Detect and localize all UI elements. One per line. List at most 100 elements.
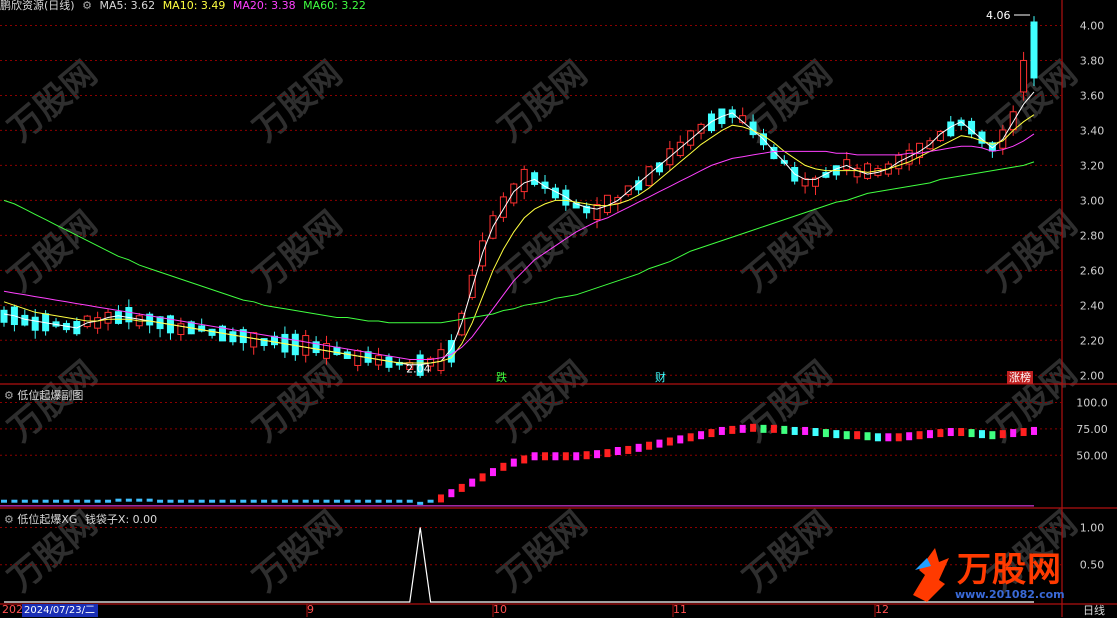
svg-text:万股网: 万股网 — [1, 53, 105, 149]
y-tick-label: 3.60 — [1080, 89, 1105, 102]
indicator-bar — [1020, 428, 1027, 437]
candle-body — [676, 141, 684, 157]
candle-body — [21, 314, 29, 326]
indicator-bar — [198, 499, 205, 503]
indicator-title[interactable]: 低位起爆副图 — [17, 389, 83, 402]
candle-body — [229, 331, 237, 343]
watermark: 万股网 — [246, 353, 350, 449]
indicator-bar — [916, 431, 923, 440]
indicator-bar — [479, 473, 486, 482]
indicator-bar — [874, 433, 881, 442]
svg-text:万股网: 万股网 — [246, 353, 350, 449]
indicator-bar — [458, 483, 465, 492]
candle-body — [510, 183, 518, 204]
indicator-bar — [448, 489, 455, 498]
indicator-bar — [958, 428, 965, 437]
candle-body — [635, 180, 643, 191]
indicator-bar — [469, 478, 476, 487]
watermark: 万股网 — [981, 353, 1085, 449]
indicator-bar — [677, 435, 684, 444]
indicator-bar — [417, 501, 424, 505]
indicator-bar — [978, 430, 985, 439]
indicator-bar — [219, 499, 226, 503]
indicator-bar — [656, 439, 663, 448]
indicator-bar — [625, 445, 632, 454]
indicator-bar — [84, 499, 91, 503]
y-tick-label: 1.00 — [1080, 521, 1105, 534]
watermark: 万股网 — [981, 203, 1085, 299]
indicator-bar — [333, 499, 340, 503]
indicator-bar — [396, 499, 403, 503]
indicator-bar — [167, 499, 174, 503]
y-tick-label: 2.60 — [1080, 264, 1105, 277]
indicator-bar — [323, 499, 330, 503]
watermark: 万股网 — [491, 353, 595, 449]
svg-text:万股网: 万股网 — [246, 53, 350, 149]
candle-body — [531, 172, 539, 185]
candle-body — [177, 323, 185, 336]
indicator-bar — [73, 499, 80, 503]
indicator-bar — [812, 428, 819, 437]
stock-name[interactable]: 鹏欣资源(日线) — [0, 0, 75, 12]
settings-icon[interactable]: ⚙ — [82, 0, 92, 12]
svg-text:万股网: 万股网 — [246, 203, 350, 299]
bull-icon — [913, 548, 949, 602]
candle-body — [1009, 111, 1017, 131]
svg-text:万股网: 万股网 — [736, 53, 840, 149]
y-tick-label: 3.20 — [1080, 159, 1105, 172]
signal-title[interactable]: 低位起爆XG — [17, 513, 77, 526]
svg-text:万股网: 万股网 — [981, 203, 1085, 299]
price-header: 鹏欣资源(日线) ⚙ MA5: 3.62 MA10: 3.49 MA20: 3.… — [0, 0, 370, 12]
indicator-bar — [926, 430, 933, 439]
candle-body — [1020, 59, 1028, 93]
ma60-label: MA60: 3.22 — [303, 0, 366, 12]
candle-body — [94, 317, 102, 329]
watermark: 万股网 — [246, 503, 350, 599]
candle-body — [1030, 21, 1038, 79]
indicator-bar — [885, 433, 892, 442]
settings-icon[interactable]: ⚙ — [4, 513, 14, 526]
indicator-bar — [21, 499, 28, 503]
watermark: 万股网 — [1, 203, 105, 299]
indicator-bar — [729, 425, 736, 434]
chart-canvas[interactable]: 万股网 万股网 万股网 万股网 万股网万股网 万股网 万股网 万股网 万股网万股网 万股网 万股网万… — [0, 0, 1117, 617]
indicator-bar — [604, 449, 611, 458]
indicator-bar — [770, 424, 777, 433]
watermark: 万股网 — [491, 203, 595, 299]
indicator-bar — [791, 426, 798, 435]
date-cursor[interactable]: 2024/07/23/二 — [22, 604, 98, 617]
indicator-bar — [968, 429, 975, 438]
indicator-bar — [583, 451, 590, 460]
indicator-bar — [760, 424, 767, 433]
ma20-label: MA20: 3.38 — [232, 0, 296, 12]
signal-value: 钱袋子X: 0.00 — [84, 513, 158, 526]
watermark-layer: 万股网 万股网 万股网 万股网 万股网万股网 万股网 万股网 万股网 万股网万股网 万股网 万股网万… — [1, 53, 1085, 599]
settings-icon[interactable]: ⚙ — [4, 389, 14, 402]
indicator-bar — [157, 499, 164, 503]
indicator-bar — [344, 499, 351, 503]
y-tick-label: 4.00 — [1080, 19, 1105, 32]
low-annotation: 2.04 — [406, 362, 431, 375]
indicator-bar — [115, 498, 122, 502]
watermark: 万股网 — [491, 503, 595, 599]
watermark: 万股网 — [246, 53, 350, 149]
candle-body — [864, 163, 872, 179]
month-10: 10 — [493, 603, 507, 616]
indicator-bar — [739, 424, 746, 433]
watermark: 万股网 — [1, 53, 105, 149]
indicator-bar — [375, 499, 382, 503]
watermark: 万股网 — [491, 53, 595, 149]
indicator-bar — [666, 437, 673, 446]
indicator-bar — [427, 499, 434, 503]
signal-header: ⚙ 低位起爆XG 钱袋子X: 0.00 — [4, 511, 157, 527]
indicator-bar — [354, 499, 361, 503]
indicator-bar — [240, 499, 247, 503]
candle-body — [593, 204, 601, 221]
indicator-bar — [177, 499, 184, 503]
indicator-bar — [385, 499, 392, 503]
svg-text:万股网: 万股网 — [491, 203, 595, 299]
indicator-bar — [489, 468, 496, 477]
indicator-bar — [292, 499, 299, 503]
indicator-bar — [552, 452, 559, 461]
indicator-bar — [999, 430, 1006, 439]
